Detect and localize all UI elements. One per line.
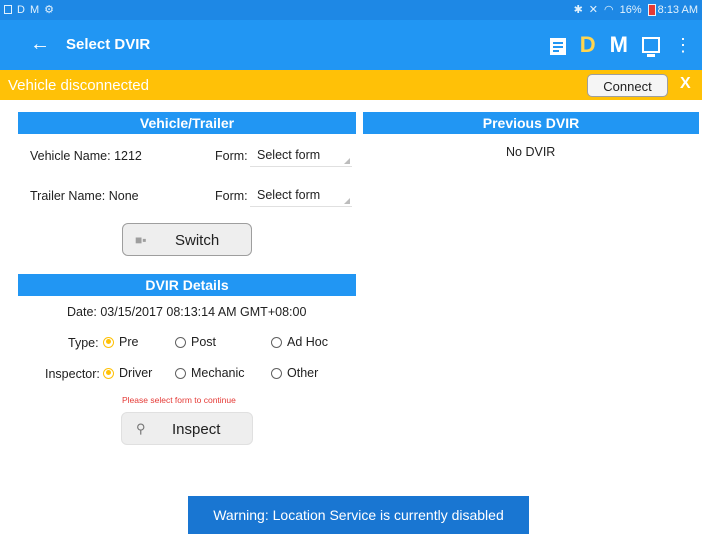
status-bar-left: D M ⚙ (4, 3, 54, 16)
switch-label: Switch (175, 232, 220, 249)
status-d-indicator: D (17, 3, 25, 16)
status-time: 8:13 AM (657, 3, 698, 16)
search-icon: ⚲ (136, 421, 146, 436)
close-banner-button[interactable]: X (680, 75, 691, 93)
inspect-button[interactable]: ⚲ Inspect (121, 412, 253, 445)
app-bar: ← Select DVIR D M ⋮ (0, 20, 702, 70)
type-label: Type: (68, 336, 99, 350)
vehicle-disconnected-banner: Vehicle disconnected Connect X (0, 70, 702, 100)
dropdown-arrow-icon (344, 158, 350, 164)
wifi-icon: ◠ (604, 4, 614, 16)
type-pre-radio[interactable]: Pre (103, 335, 138, 349)
trailer-form-label: Form: (215, 189, 248, 203)
radio-selected-icon (103, 336, 114, 348)
radio-selected-icon (103, 367, 114, 379)
notification-icon: ⚙ (44, 4, 54, 16)
switch-button[interactable]: ■▪ Switch (122, 223, 252, 256)
inspector-other-label: Other (287, 366, 319, 380)
type-post-radio[interactable]: Post (175, 335, 216, 349)
truck-icon: ■▪ (135, 233, 147, 247)
vehicle-form-value: Select form (257, 148, 321, 162)
status-bar-right: ✱ ✕ ◠ 16% 8:13 AM (574, 3, 698, 16)
radio-unselected-icon (271, 336, 282, 348)
form-error-message: Please select form to continue (122, 395, 236, 405)
inspector-driver-label: Driver (119, 366, 153, 380)
vehicle-form-select[interactable]: Select form (250, 146, 352, 167)
device-disconnected-icon[interactable] (642, 37, 660, 57)
overflow-menu-icon[interactable]: ⋮ (674, 30, 692, 60)
inspector-driver-radio[interactable]: Driver (103, 366, 152, 380)
status-bar: D M ⚙ ✱ ✕ ◠ 16% 8:13 AM (0, 0, 702, 20)
radio-unselected-icon (175, 367, 186, 379)
status-m-indicator: M (29, 3, 40, 16)
previous-dvir-header: Previous DVIR (363, 112, 699, 134)
driving-status-d-button[interactable]: D (580, 30, 596, 60)
battery-percent: 16% (619, 3, 642, 16)
trailer-form-select[interactable]: Select form (250, 186, 352, 207)
radio-unselected-icon (271, 367, 282, 379)
type-adhoc-radio[interactable]: Ad Hoc (271, 335, 328, 349)
location-warning-toast: Warning: Location Service is currently d… (188, 496, 529, 534)
page-title: Select DVIR (66, 36, 151, 53)
vehicle-trailer-header: Vehicle/Trailer (18, 112, 356, 134)
connect-button[interactable]: Connect (587, 74, 668, 97)
app-bar-actions: D M ⋮ (549, 30, 692, 60)
vehicle-name-label: Vehicle Name: 1212 (30, 149, 142, 163)
sim-icon (4, 5, 12, 14)
trailer-form-value: Select form (257, 188, 321, 202)
type-post-label: Post (191, 335, 217, 349)
inspect-label: Inspect (172, 421, 221, 438)
inspector-label: Inspector: (45, 367, 100, 381)
dvir-details-header: DVIR Details (18, 274, 356, 296)
banner-message: Vehicle disconnected (8, 77, 149, 94)
inspector-mechanic-radio[interactable]: Mechanic (175, 366, 245, 380)
dvir-date: Date: 03/15/2017 08:13:14 AM GMT+08:00 (67, 305, 307, 319)
dropdown-arrow-icon (344, 198, 350, 204)
back-arrow-icon[interactable]: ← (30, 32, 50, 56)
battery-icon (647, 3, 656, 16)
inspector-mechanic-label: Mechanic (191, 366, 245, 380)
vehicle-form-label: Form: (215, 149, 248, 163)
document-icon[interactable] (549, 37, 566, 55)
radio-unselected-icon (175, 336, 186, 348)
bluetooth-icon: ✱ (573, 4, 583, 16)
inspector-other-radio[interactable]: Other (271, 366, 318, 380)
mode-m-button[interactable]: M (610, 30, 628, 60)
no-dvir-text: No DVIR (506, 145, 556, 159)
trailer-name-label: Trailer Name: None (30, 189, 139, 203)
type-adhoc-label: Ad Hoc (287, 335, 328, 349)
mute-icon: ✕ (588, 4, 598, 16)
type-pre-label: Pre (119, 335, 139, 349)
